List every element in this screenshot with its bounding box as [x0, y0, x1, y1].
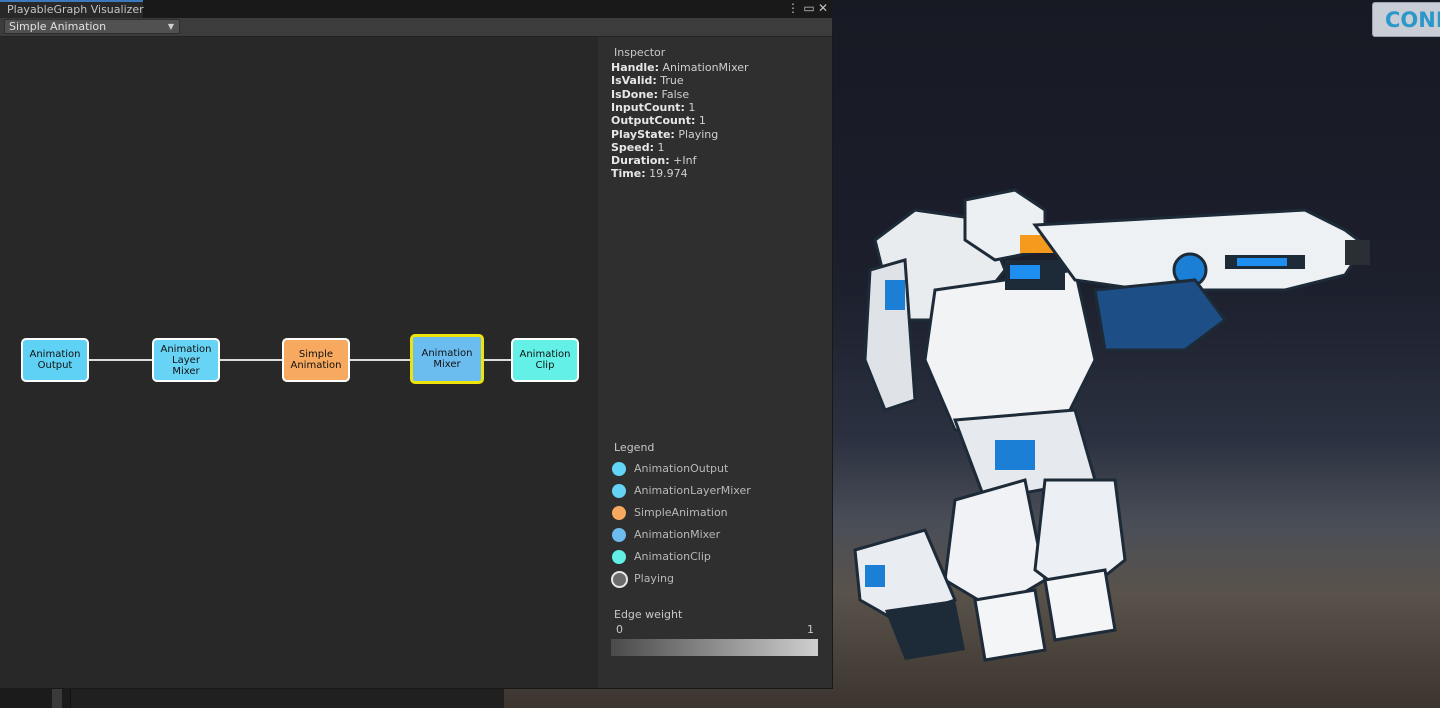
tab-bar: PlayableGraph Visualizer ⋮ ▭ ✕	[0, 0, 832, 18]
inspector-row-value: 1	[688, 100, 696, 114]
connect-button[interactable]: CONN	[1372, 2, 1440, 37]
legend-label: AnimationLayerMixer	[634, 484, 751, 497]
inspector-row: IsDone: False	[611, 88, 689, 101]
legend-label: Playing	[634, 572, 674, 585]
inspector-row-value: 1	[657, 140, 665, 154]
legend-item: AnimationMixer	[612, 527, 812, 543]
inspector-row-key: IsValid:	[611, 74, 657, 88]
inspector-row: Speed: 1	[611, 141, 665, 154]
chevron-down-icon: ▼	[167, 22, 174, 31]
scrollbar-handle[interactable]	[52, 688, 62, 708]
legend-color-swatch	[612, 462, 626, 476]
graph-select-dropdown[interactable]: Simple Animation ▼	[4, 19, 180, 34]
legend-color-swatch	[612, 484, 626, 498]
legend-color-swatch	[612, 528, 626, 542]
inspector-row-key: OutputCount:	[611, 114, 696, 128]
legend-item: AnimationClip	[612, 549, 812, 565]
bottom-panel	[70, 688, 504, 708]
inspector-row: OutputCount: 1	[611, 114, 706, 127]
legend-label: AnimationOutput	[634, 462, 729, 475]
inspector-row-value: True	[660, 74, 684, 88]
inspector-row-key: Duration:	[611, 154, 670, 168]
playable-graph-visualizer-window: PlayableGraph Visualizer ⋮ ▭ ✕ Simple An…	[0, 0, 833, 689]
legend-item: SimpleAnimation	[612, 505, 812, 521]
inspector-row-value: 19.974	[649, 167, 688, 181]
legend-label: SimpleAnimation	[634, 506, 728, 519]
graph-view[interactable]: Animation Output Animation Layer Mixer Sim…	[0, 37, 598, 688]
inspector-row: IsValid: True	[611, 74, 684, 87]
inspector-row-key: PlayState:	[611, 127, 675, 141]
node-animation-layer-mixer[interactable]: Animation Layer Mixer	[152, 338, 220, 382]
inspector-row-key: InputCount:	[611, 100, 685, 114]
inspector-row-key: IsDone:	[611, 87, 659, 101]
legend-label: AnimationClip	[634, 550, 711, 563]
inspector-title: Inspector	[614, 46, 666, 59]
edge-weight-min: 0	[616, 623, 623, 636]
legend-title: Legend	[614, 441, 655, 454]
legend-item: Playing	[611, 571, 812, 588]
tab-playable-graph-visualizer[interactable]: PlayableGraph Visualizer	[0, 0, 144, 18]
inspector-row-value: AnimationMixer	[662, 61, 749, 74]
inspector-row-key: Time:	[611, 167, 646, 181]
inspector-row: Handle: AnimationMixer	[611, 61, 749, 74]
legend-label: AnimationMixer	[634, 528, 721, 541]
inspector-row-value: Playing	[678, 127, 719, 141]
robot-model-image	[853, 188, 1370, 662]
inspector-row: InputCount: 1	[611, 101, 695, 114]
edge-weight-title: Edge weight	[614, 608, 683, 621]
inspector-row-value: +Inf	[673, 154, 697, 168]
inspector-panel: Inspector Handle: AnimationMixer IsValid:…	[598, 37, 832, 688]
legend-color-swatch	[612, 506, 626, 520]
close-icon[interactable]: ✕	[816, 1, 830, 16]
inspector-row-key: Handle:	[611, 61, 659, 74]
graph-select-value: Simple Animation	[9, 20, 107, 33]
toolbar: Simple Animation ▼	[0, 18, 832, 37]
inspector-row: Duration: +Inf	[611, 154, 696, 167]
inspector-row-value: 1	[698, 114, 706, 128]
legend-color-swatch	[612, 550, 626, 564]
inspector-row: PlayState: Playing	[611, 128, 718, 141]
maximize-icon[interactable]: ▭	[802, 1, 816, 16]
inspector-row: Time: 19.974	[611, 167, 688, 180]
bottom-panel-strip	[0, 688, 504, 708]
kebab-menu-icon[interactable]: ⋮	[786, 1, 800, 16]
inspector-row-key: Speed:	[611, 140, 654, 154]
node-animation-output[interactable]: Animation Output	[21, 338, 89, 382]
node-simple-animation[interactable]: Simple Animation	[282, 338, 350, 382]
node-animation-clip[interactable]: Animation Clip	[511, 338, 579, 382]
legend-item: AnimationLayerMixer	[612, 483, 812, 499]
inspector-row-value: False	[661, 87, 690, 101]
node-animation-mixer[interactable]: Animation Mixer	[410, 334, 484, 384]
edge-weight-gradient	[611, 639, 818, 656]
legend-item: AnimationOutput	[612, 461, 812, 477]
legend-color-swatch	[611, 571, 628, 588]
edge-weight-max: 1	[807, 623, 814, 636]
